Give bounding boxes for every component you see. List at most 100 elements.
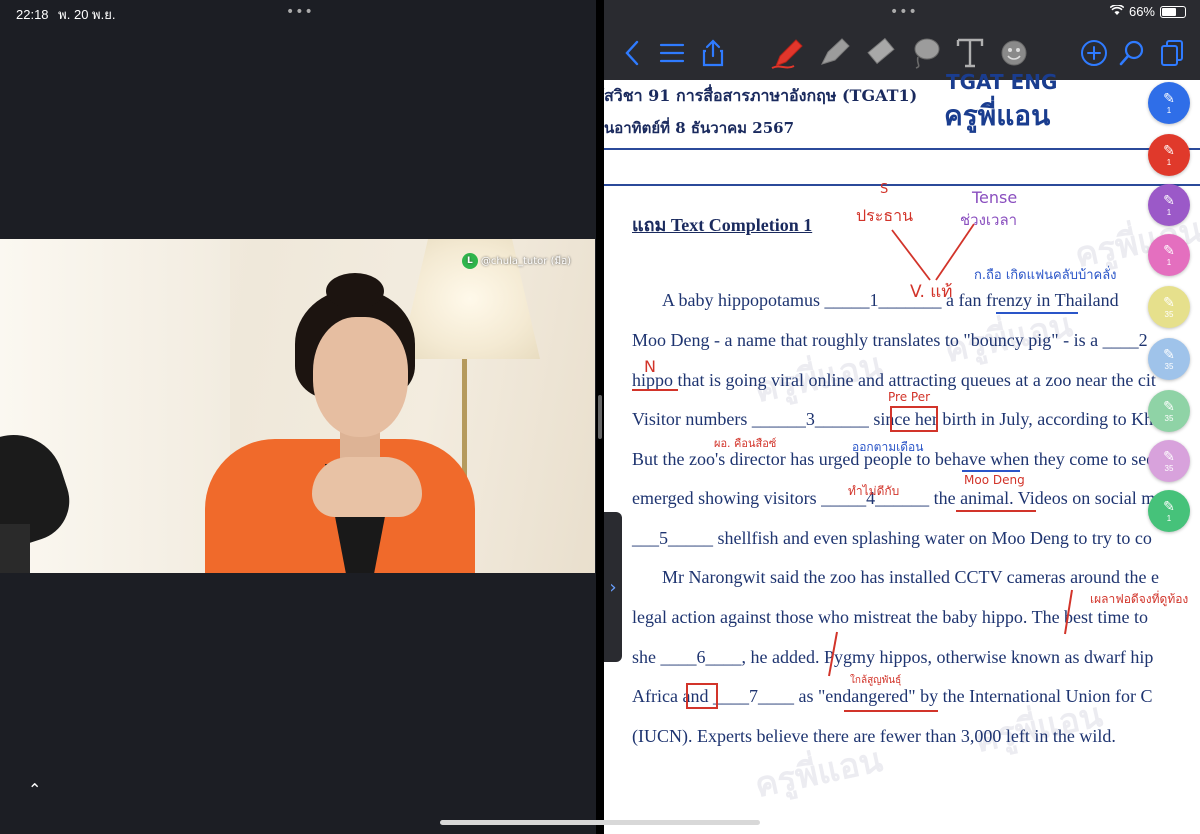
header-rule <box>604 148 1200 150</box>
passage-line: Mr Narongwit said the zoo has installed … <box>662 567 1160 587</box>
status-bar-right: 66% <box>1109 4 1186 19</box>
presenter-face <box>313 317 408 437</box>
status-time: 22:18 <box>16 7 49 22</box>
multitask-dots-icon[interactable]: ••• <box>286 4 314 20</box>
annotation-note-3b: ออกตามเดือน <box>852 440 924 454</box>
course-header: ัสวิชา 91 การสื่อสารภาษาอังกฤษ (TGAT1) <box>604 86 918 105</box>
battery-percentage: 66% <box>1128 4 1155 19</box>
line-logo-icon: L <box>461 253 478 269</box>
pen-count: 35 <box>1164 362 1174 371</box>
chevron-right-icon: › <box>609 576 617 598</box>
box-and <box>686 683 718 709</box>
annotation-s: S <box>880 182 889 197</box>
teacher-logo: ครูพี่แอน <box>944 99 1051 132</box>
pen-count: 1 <box>1166 106 1172 115</box>
outline-menu-icon[interactable] <box>656 36 688 70</box>
line-handle-tag: L @chula_tutor (มีอ) <box>461 253 571 269</box>
annotation-meaning-1: ก.ถือ เกิดแฟนคลับบ้าคลั่ง <box>974 268 1117 283</box>
pen-count: 35 <box>1164 414 1174 423</box>
tgat-eng-logo: TGAT ENG <box>946 70 1058 94</box>
pen-preset-blue[interactable]: ✎ 1 <box>1148 82 1190 124</box>
sidebar-toggle-tab[interactable]: › <box>604 512 622 662</box>
video-feed[interactable]: L @chula_tutor (มีอ) <box>0 239 595 573</box>
underline-the-animal <box>956 510 1036 512</box>
highlighter-preset-yellow[interactable]: ✎ 35 <box>1148 286 1190 328</box>
document-page[interactable]: ครูพี่แอน ครูพี่แอน ครูพี่แอน ครูพี่แอน … <box>604 70 1200 834</box>
course-date: นอาทิตย์ที่ 8 ธันวาคม 2567 <box>604 119 795 137</box>
box-since <box>890 406 938 432</box>
pen-preset-purple[interactable]: ✎ 1 <box>1148 184 1190 226</box>
pen-preset-red[interactable]: ✎ 1 <box>1148 134 1190 176</box>
pen-icon: ✎ <box>1163 243 1175 259</box>
highlighter-preset-light-blue[interactable]: ✎ 35 <box>1148 338 1190 380</box>
pen-icon: ✎ <box>1163 193 1175 209</box>
passage-line: (IUCN). Experts believe there are fewer … <box>632 726 1116 746</box>
annotation-note-4: ทำไม่ดีกับ <box>848 484 900 498</box>
header-rule <box>604 184 1200 186</box>
microphone-stand <box>0 524 30 573</box>
presenter-hair-bun <box>326 273 384 309</box>
underline-endangered <box>844 710 938 712</box>
battery-icon <box>1160 5 1186 18</box>
highlighter-icon: ✎ <box>1163 295 1175 311</box>
passage-line: ___5_____ shellfish and even splashing w… <box>632 528 1152 548</box>
line-handle-text: @chula_tutor (มีอ) <box>480 255 571 267</box>
share-icon[interactable] <box>698 36 728 70</box>
goodnotes-toolbar: ••• 66% <box>604 0 1200 80</box>
sticker-tool-icon[interactable] <box>996 36 1032 70</box>
presenter-hands <box>312 457 422 517</box>
annotation-note-10: ใกล้สูญพันธุ์ <box>850 675 902 686</box>
home-indicator[interactable] <box>440 820 760 825</box>
pen-tool-icon[interactable] <box>768 36 808 70</box>
right-app-pane: ••• 66% ครูพี่แอน ครูพี่แอน ครูพี่แอน คร… <box>604 0 1200 834</box>
annotation-moo-deng: Moo Deng <box>964 473 1025 487</box>
pen-count: 35 <box>1164 310 1174 319</box>
annotation-note-3a: ผอ. คือนสือซ์ <box>714 437 777 450</box>
pen-count: 35 <box>1164 464 1174 473</box>
passage-line: she ____6____, he added. Pygmy hippos, o… <box>632 647 1154 667</box>
lasso-tool-icon[interactable] <box>906 36 946 70</box>
highlighter-tool-icon[interactable] <box>814 36 854 70</box>
pen-icon: ✎ <box>1163 143 1175 159</box>
highlighter-preset-lilac[interactable]: ✎ 35 <box>1148 440 1190 482</box>
highlighter-icon: ✎ <box>1163 399 1175 415</box>
add-page-icon[interactable] <box>1078 36 1110 70</box>
highlighter-preset-green[interactable]: ✎ 35 <box>1148 390 1190 432</box>
multitask-dots-icon[interactable]: ••• <box>890 4 918 20</box>
split-view-handle[interactable] <box>598 395 602 439</box>
annotation-slash <box>828 631 838 677</box>
annotation-note-8: เผลาฟอดีจงที่ดูท้อง <box>1090 592 1189 606</box>
annotation-verb: V. แท้ <box>910 282 953 302</box>
search-icon[interactable] <box>1116 36 1148 70</box>
passage-line: A baby hippopotamus _____1_______ a fan … <box>662 290 1119 310</box>
underline-fan-frenzy <box>996 312 1078 314</box>
highlighter-icon: ✎ <box>1163 347 1175 363</box>
text-tool-icon[interactable] <box>952 36 988 70</box>
pen-count: 1 <box>1166 514 1172 523</box>
annotation-tense: Tense <box>972 188 1018 207</box>
annotation-noun: N <box>644 357 656 376</box>
page-thumbnails-icon[interactable] <box>1156 36 1188 70</box>
pen-count: 1 <box>1166 208 1172 217</box>
back-icon[interactable] <box>618 36 646 70</box>
underline-behave <box>962 470 1020 472</box>
pen-preset-pink[interactable]: ✎ 1 <box>1148 234 1190 276</box>
left-app-pane: 22:18 พ. 20 พ.ย. ••• L @chula_tutor (มีอ… <box>0 0 596 834</box>
highlighter-icon: ✎ <box>1163 449 1175 465</box>
status-date: พ. 20 พ.ย. <box>58 7 116 22</box>
section-title: แถม Text Completion 1 <box>632 215 813 235</box>
pen-count: 1 <box>1166 258 1172 267</box>
status-bar-left: 22:18 พ. 20 พ.ย. <box>16 4 121 25</box>
passage-line: hippo that is going viral online and att… <box>632 370 1156 390</box>
pen-preset-green[interactable]: ✎ 1 <box>1148 490 1190 532</box>
wifi-icon <box>1109 4 1125 19</box>
pen-icon: ✎ <box>1163 91 1175 107</box>
underline-hippo <box>632 389 678 391</box>
chevron-up-icon[interactable]: ⌃ <box>28 780 41 799</box>
eraser-tool-icon[interactable] <box>860 36 900 70</box>
pen-icon: ✎ <box>1163 499 1175 515</box>
annotation-pre-per: Pre Per <box>888 390 931 404</box>
passage-line: Moo Deng - a name that roughly translate… <box>632 330 1148 350</box>
annotation-slash <box>1064 589 1073 635</box>
pen-count: 1 <box>1166 158 1172 167</box>
